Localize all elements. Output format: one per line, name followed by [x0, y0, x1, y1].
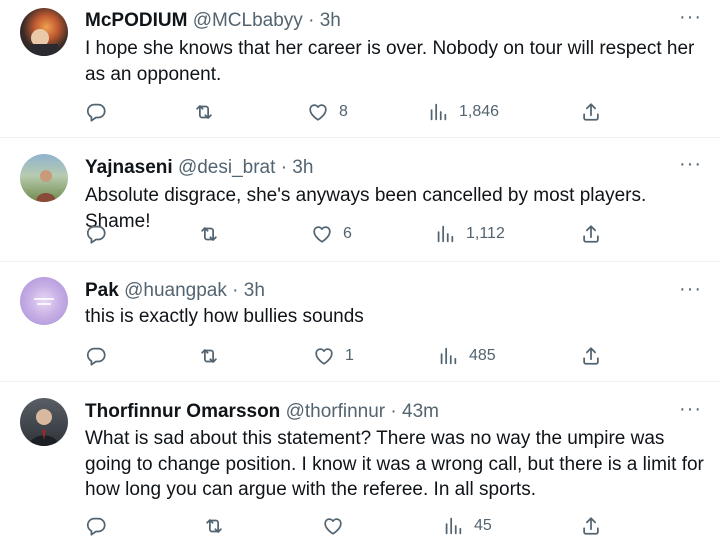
retweet-button[interactable]: [203, 513, 235, 539]
tweet[interactable]: McPODIUM @MCLbabyy · 3h ··· I hope she k…: [0, 0, 720, 138]
tweet-header: McPODIUM @MCLbabyy · 3h: [85, 9, 341, 33]
reply-icon: [85, 515, 107, 537]
share-button[interactable]: [580, 99, 602, 125]
like-count: 8: [339, 103, 348, 120]
views-button[interactable]: 485: [437, 343, 496, 369]
user-handle[interactable]: @huangpak: [124, 280, 227, 301]
heart-icon: [307, 101, 329, 123]
retweet-icon: [198, 345, 220, 367]
avatar-image: [36, 170, 56, 202]
reply-button[interactable]: [85, 343, 117, 369]
timestamp[interactable]: 3h: [320, 10, 341, 31]
views-button[interactable]: 1,846: [427, 99, 499, 125]
tweet-text: this is exactly how bullies sounds: [85, 306, 364, 327]
share-button[interactable]: [580, 221, 602, 247]
user-handle[interactable]: @thorfinnur: [286, 401, 386, 422]
views-icon: [427, 101, 449, 123]
tweet[interactable]: Yajnaseni @desi_brat · 3h ··· Absolute d…: [0, 138, 720, 262]
reply-icon: [85, 345, 107, 367]
reply-icon: [85, 223, 107, 245]
display-name[interactable]: Yajnaseni: [85, 157, 173, 178]
tweet-actions: 6 1,112: [85, 221, 625, 247]
heart-icon: [313, 345, 335, 367]
timestamp[interactable]: 43m: [402, 401, 439, 422]
view-count: 45: [474, 517, 492, 534]
like-button[interactable]: 6: [311, 221, 352, 247]
more-horizontal-icon[interactable]: ···: [679, 399, 702, 419]
retweet-button[interactable]: [193, 99, 225, 125]
like-count: 1: [345, 347, 354, 364]
like-button[interactable]: 8: [307, 99, 348, 125]
tweet-header: Thorfinnur Omarsson @thorfinnur · 43m: [85, 400, 439, 424]
tweet[interactable]: Pak @huangpak · 3h ··· this is exactly h…: [0, 262, 720, 382]
heart-icon: [322, 515, 344, 537]
view-count: 1,846: [459, 103, 500, 120]
like-button[interactable]: [322, 513, 354, 539]
separator: ·: [232, 280, 239, 301]
user-handle[interactable]: @desi_brat: [178, 157, 275, 178]
tweet-text: I hope she knows that her career is over…: [85, 38, 695, 85]
tweet-actions: 1 485: [85, 343, 625, 369]
tweet-text: What is sad about this statement? There …: [85, 428, 704, 500]
separator: ·: [308, 10, 315, 31]
more-horizontal-icon[interactable]: ···: [679, 154, 702, 174]
view-count: 1,112: [466, 225, 505, 242]
share-icon: [580, 345, 602, 367]
retweet-icon: [203, 515, 225, 537]
share-icon: [580, 101, 602, 123]
views-icon: [434, 223, 456, 245]
avatar[interactable]: [20, 398, 68, 446]
share-button[interactable]: [580, 513, 602, 539]
display-name[interactable]: Thorfinnur Omarsson: [85, 401, 280, 422]
separator: ·: [280, 157, 288, 178]
timestamp[interactable]: 3h: [292, 157, 313, 178]
like-count: 6: [343, 225, 352, 242]
avatar-image: [34, 298, 54, 305]
avatar-image: [30, 29, 58, 56]
timestamp[interactable]: 3h: [244, 280, 265, 301]
retweet-icon: [198, 223, 220, 245]
views-button[interactable]: 1,112: [434, 221, 505, 247]
reply-button[interactable]: [85, 513, 117, 539]
reply-button[interactable]: [85, 99, 117, 125]
tweet-actions: 45: [85, 513, 625, 539]
tweet-header: Yajnaseni @desi_brat · 3h: [85, 156, 313, 180]
share-button[interactable]: [580, 343, 602, 369]
avatar-image: [29, 409, 59, 446]
like-button[interactable]: 1: [313, 343, 354, 369]
reply-button[interactable]: [85, 221, 117, 247]
tweet[interactable]: Thorfinnur Omarsson @thorfinnur · 43m ··…: [0, 382, 720, 540]
avatar[interactable]: [20, 8, 68, 56]
tweet-header: Pak @huangpak · 3h: [85, 279, 265, 303]
tweet-actions: 8 1,846: [85, 99, 625, 125]
avatar[interactable]: [20, 154, 68, 202]
retweet-button[interactable]: [198, 343, 230, 369]
separator: ·: [390, 401, 397, 422]
views-icon: [437, 345, 459, 367]
share-icon: [580, 515, 602, 537]
avatar[interactable]: [20, 277, 68, 325]
more-horizontal-icon[interactable]: ···: [679, 7, 702, 27]
reply-icon: [85, 101, 107, 123]
display-name[interactable]: McPODIUM: [85, 10, 187, 31]
share-icon: [580, 223, 602, 245]
display-name[interactable]: Pak: [85, 280, 119, 301]
user-handle[interactable]: @MCLbabyy: [193, 10, 303, 31]
heart-icon: [311, 223, 333, 245]
more-horizontal-icon[interactable]: ···: [679, 279, 702, 299]
views-icon: [442, 515, 464, 537]
view-count: 485: [469, 347, 496, 364]
retweet-button[interactable]: [198, 221, 230, 247]
retweet-icon: [193, 101, 215, 123]
views-button[interactable]: 45: [442, 513, 492, 539]
